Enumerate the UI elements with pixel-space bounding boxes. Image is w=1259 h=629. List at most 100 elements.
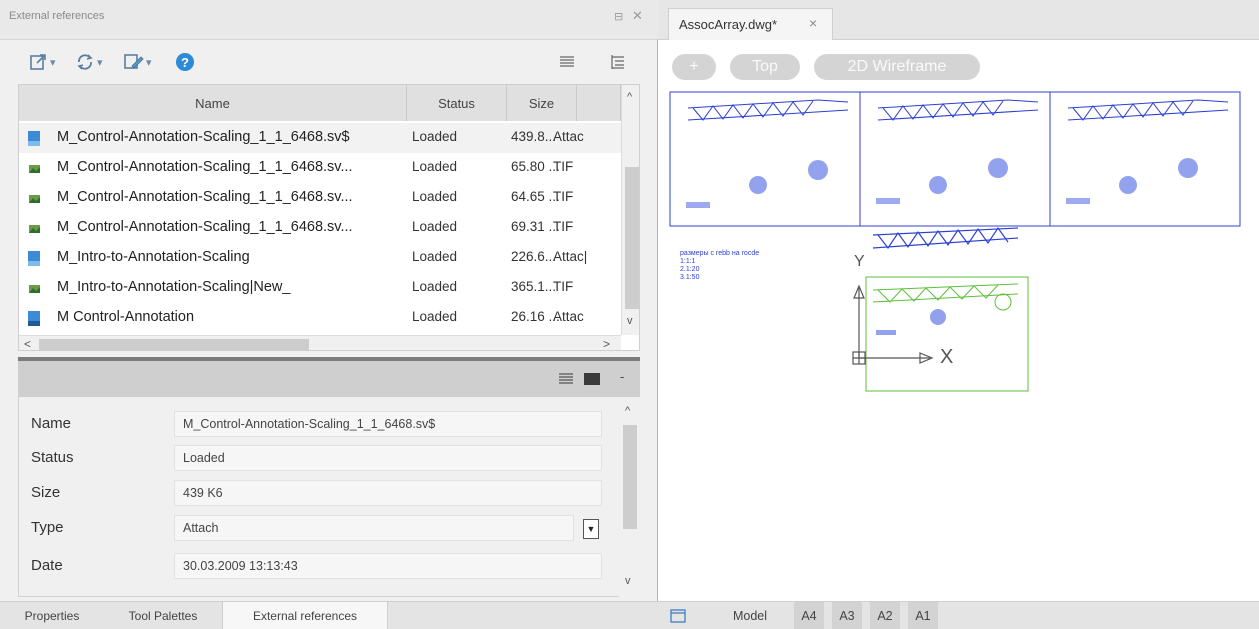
truss-chord — [1067, 99, 1229, 121]
layout-list-button[interactable] — [668, 602, 688, 629]
tree-view-button[interactable] — [610, 50, 626, 74]
view-cube-top-button[interactable]: Top — [730, 54, 800, 80]
list-row[interactable]: M_Intro-to-Annotation-Scaling Loaded 226… — [19, 243, 621, 273]
scroll-thumb[interactable] — [623, 425, 637, 529]
scroll-thumb[interactable] — [625, 167, 639, 309]
detail-label: Status — [31, 449, 74, 466]
list-row[interactable]: M_Control-Annotation-Scaling_1_1_6468.sv… — [19, 213, 621, 243]
tree-view-icon — [611, 55, 624, 69]
column-header-type[interactable] — [577, 85, 621, 121]
list-row[interactable]: M_Control-Annotation-Scaling_1_1_6468.sv… — [19, 123, 621, 153]
layout-tab-bar: Model A4 A3 A2 A1 — [658, 601, 1259, 629]
change-path-dropdown-arrow[interactable]: ▾ — [146, 56, 152, 69]
attach-button[interactable]: ▾ — [30, 50, 56, 74]
close-tab-icon[interactable]: × — [809, 15, 817, 31]
list-horizontal-scrollbar[interactable]: < > — [19, 335, 621, 350]
scroll-thumb[interactable] — [39, 339, 309, 350]
layout-list-icon — [670, 609, 686, 623]
model-viewport[interactable]: + Top 2D Wireframe размеры с rebb на roc… — [658, 40, 1259, 601]
row-status: Loaded — [412, 159, 458, 174]
tab-properties[interactable]: Properties — [0, 602, 104, 629]
detail-value[interactable]: M_Control-Annotation-Scaling_1_1_6468.sv… — [174, 411, 602, 437]
document-tab[interactable]: AssocArray.dwg* × — [668, 8, 833, 40]
tab-layout-a2[interactable]: A2 — [870, 602, 900, 629]
close-icon[interactable]: ✕ — [632, 8, 643, 24]
truss-web — [1072, 100, 1194, 121]
detail-blob — [876, 198, 900, 204]
green-detail — [994, 293, 1012, 311]
row-name: M Control-Annotation — [57, 309, 195, 325]
detail-blob — [749, 176, 767, 194]
tab-external-references[interactable]: External references — [222, 602, 388, 629]
detail-value[interactable]: Loaded — [174, 445, 602, 471]
tab-layout-a1[interactable]: A1 — [908, 602, 938, 629]
green-truss — [872, 283, 1019, 303]
green-xref-frame — [865, 276, 1029, 392]
visual-style-button[interactable]: 2D Wireframe — [814, 54, 980, 80]
list-row[interactable]: M Control-Annotation Loaded 26.16 ... At… — [19, 303, 621, 333]
truss-web — [692, 100, 814, 121]
viewport-controls-button[interactable]: + — [672, 54, 716, 80]
tab-layout-a4[interactable]: A4 — [794, 602, 824, 629]
detail-value[interactable]: 30.03.2009 13:13:43 — [174, 553, 602, 579]
scroll-down-arrow[interactable]: v — [625, 575, 631, 587]
attach-icon — [30, 54, 46, 70]
row-type: Attac — [553, 129, 584, 144]
details-vertical-scrollbar[interactable]: ^ v — [619, 397, 640, 597]
change-path-button[interactable]: ▾ — [124, 50, 152, 74]
tab-tool-palettes[interactable]: Tool Palettes — [104, 602, 222, 629]
list-row[interactable]: M_Control-Annotation-Scaling_1_1_6468.sv… — [19, 183, 621, 213]
row-status: Loaded — [412, 249, 458, 264]
list-row[interactable]: M_Intro-to-Annotation-Scaling|New_ Loade… — [19, 273, 621, 303]
details-menu-button[interactable]: - — [620, 369, 624, 384]
preview-view-icon[interactable] — [583, 371, 601, 387]
detail-label: Date — [31, 557, 63, 574]
pin-icon[interactable]: ⊟ — [614, 10, 623, 23]
xref-frame — [1049, 91, 1241, 227]
help-button[interactable]: ? — [176, 50, 194, 74]
row-name: M_Intro-to-Annotation-Scaling|New_ — [57, 279, 291, 295]
type-dropdown-button[interactable]: ▼ — [583, 519, 599, 539]
detail-blob — [686, 202, 710, 208]
column-header-size[interactable]: Size — [507, 85, 577, 121]
detail-value[interactable]: Attach — [174, 515, 574, 541]
annotation-line: 1:1:1 — [680, 258, 696, 265]
scroll-right-arrow[interactable]: > — [603, 337, 610, 350]
truss-web — [877, 226, 1009, 250]
details-header: - — [18, 361, 640, 397]
image-file-icon — [29, 225, 40, 233]
row-status: Loaded — [412, 309, 458, 324]
palette-title: External references — [9, 10, 105, 22]
scale-annotation: размеры с rebb на rocde 1:1:1 2.1:20 3.1… — [680, 250, 759, 282]
row-name: M_Control-Annotation-Scaling_1_1_6468.sv… — [57, 189, 353, 205]
refresh-dropdown-arrow[interactable]: ▾ — [97, 56, 103, 69]
help-glyph: ? — [181, 54, 189, 70]
detail-row-name: Name M_Control-Annotation-Scaling_1_1_64… — [19, 407, 619, 441]
list-vertical-scrollbar[interactable]: ^ v — [621, 85, 639, 335]
row-name: M_Control-Annotation-Scaling_1_1_6468.sv… — [57, 219, 353, 235]
xref-frame — [859, 91, 1051, 227]
column-header-name[interactable]: Name — [19, 85, 407, 121]
attach-dropdown-arrow[interactable]: ▾ — [50, 56, 56, 69]
tab-model[interactable]: Model — [724, 602, 776, 629]
row-name: M_Control-Annotation-Scaling_1_1_6468.sv… — [57, 159, 353, 175]
tab-layout-a3[interactable]: A3 — [832, 602, 862, 629]
scroll-up-arrow[interactable]: ^ — [627, 91, 632, 103]
list-row[interactable]: M_Control-Annotation-Scaling_1_1_6468.sv… — [19, 153, 621, 183]
column-header-status[interactable]: Status — [407, 85, 507, 121]
ucs-origin — [852, 351, 866, 365]
palette-title-bar: External references ⊟ ✕ — [0, 0, 658, 40]
scroll-left-arrow[interactable]: < — [24, 337, 31, 350]
detail-blob — [988, 158, 1008, 178]
scroll-up-arrow[interactable]: ^ — [625, 405, 630, 417]
list-view-button[interactable] — [559, 50, 575, 74]
scroll-down-arrow[interactable]: v — [627, 315, 633, 327]
ucs-y-arrow — [853, 284, 865, 299]
refresh-button[interactable]: ▾ — [75, 50, 103, 74]
detail-value[interactable]: 439 K6 — [174, 480, 602, 506]
image-file-icon — [29, 285, 40, 293]
refresh-icon — [77, 54, 93, 70]
truss-web — [882, 100, 1004, 121]
details-view-icon[interactable] — [558, 371, 574, 387]
annotation-line: 2.1:20 — [680, 266, 700, 273]
